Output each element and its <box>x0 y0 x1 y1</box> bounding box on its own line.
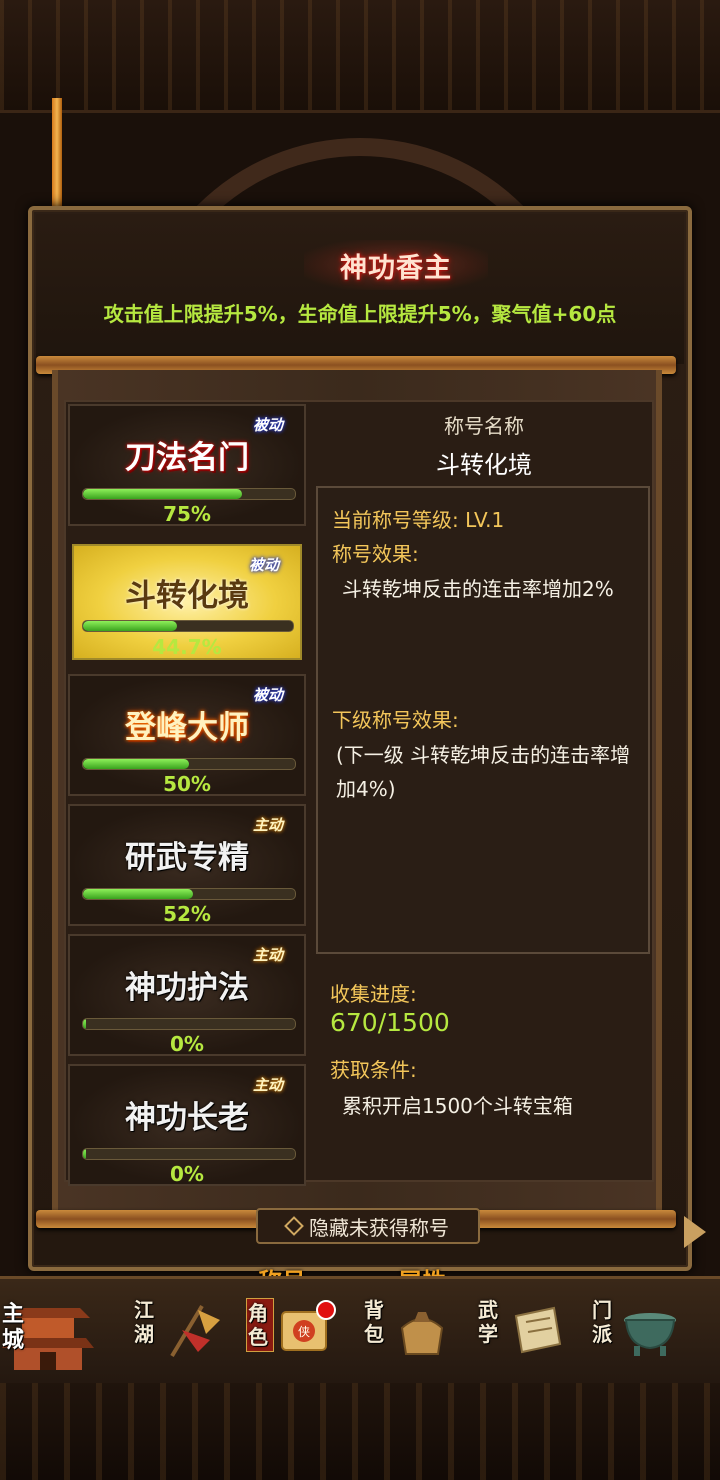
progress-fill <box>83 889 194 899</box>
lamp-pillar <box>52 98 62 208</box>
title-card[interactable]: 主动 神功护法 0% <box>68 934 306 1056</box>
top-decor-border <box>0 0 720 113</box>
nav-jianghu[interactable]: 江湖 <box>134 1292 230 1372</box>
diamond-icon <box>284 1216 304 1236</box>
title-card-selected[interactable]: 被动 斗转化境 44.7% <box>72 544 302 660</box>
progress-bar <box>82 758 296 770</box>
nav-sect[interactable]: 门派 <box>592 1292 702 1372</box>
nav-bag[interactable]: 背包 <box>364 1292 460 1372</box>
progress-percent: 75% <box>163 502 211 526</box>
nav-main-city[interactable]: 主城 <box>0 1286 96 1376</box>
progress-fill <box>83 489 242 499</box>
progress-percent: 50% <box>163 772 211 796</box>
title-card[interactable]: 被动 刀法名门 75% <box>68 404 306 526</box>
progress-bar <box>82 1148 296 1160</box>
nav-label: 江湖 <box>134 1298 154 1346</box>
title-card[interactable]: 主动 研武专精 52% <box>68 804 306 926</box>
hide-unobtained-button[interactable]: 隐藏未获得称号 <box>256 1208 480 1244</box>
title-name: 神功长老 <box>125 1100 249 1136</box>
title-name: 研武专精 <box>125 840 249 876</box>
effect-label: 称号效果: <box>332 542 419 566</box>
title-name-header: 称号名称 斗转化境 <box>316 410 652 480</box>
notification-badge <box>316 1300 336 1320</box>
progress-fill <box>83 1019 87 1029</box>
current-title-badge: 神功香主 <box>304 240 488 290</box>
nav-label: 主城 <box>2 1302 25 1353</box>
progress-percent: 0% <box>170 1032 204 1056</box>
title-bonus-text: 攻击值上限提升5%，生命值上限提升5%，聚气值+60点 <box>103 302 617 326</box>
cauldron-icon <box>624 1313 676 1356</box>
progress-bar <box>82 888 296 900</box>
nav-martial-arts[interactable]: 武学 <box>478 1292 574 1372</box>
condition-text: 累积开启1500个斗转宝箱 <box>342 1094 573 1118</box>
hide-button-label: 隐藏未获得称号 <box>309 1215 449 1240</box>
progress-bar <box>82 1018 296 1030</box>
progress-percent: 52% <box>163 902 211 926</box>
next-effect-label: 下级称号效果: <box>332 708 459 732</box>
panel-header: 神功香主 <box>36 214 684 364</box>
title-card[interactable]: 主动 神功长老 0% <box>68 1064 306 1186</box>
nav-label: 角色 <box>246 1298 274 1352</box>
nav-label: 背包 <box>364 1298 384 1346</box>
title-name: 斗转化境 <box>125 578 249 614</box>
nav-character[interactable]: 角色 侠 <box>246 1292 342 1372</box>
next-effect-text: (下一级 斗转乾坤反击的连击率增加4%) <box>336 743 631 801</box>
progress-fill <box>83 1149 87 1159</box>
progress-fill <box>83 621 177 631</box>
book-icon <box>514 1306 562 1354</box>
progress-percent: 0% <box>170 1162 204 1186</box>
bottom-decor-border <box>0 1380 720 1480</box>
effect-box: 当前称号等级: LV.1 称号效果: 斗转乾坤反击的连击率增加2% 下级称号效果… <box>316 486 650 954</box>
bag-icon <box>400 1312 444 1355</box>
arrow-right-icon[interactable] <box>684 1216 706 1248</box>
nav-label: 门派 <box>592 1298 612 1346</box>
collect-label: 收集进度: <box>330 982 417 1006</box>
title-name: 刀法名门 <box>125 440 249 476</box>
title-card[interactable]: 被动 登峰大师 50% <box>68 674 306 796</box>
level-line: 当前称号等级: LV.1 <box>332 508 505 532</box>
title-name-label: 称号名称 <box>444 414 524 438</box>
progress-percent: 44.7% <box>152 635 222 659</box>
progress-bar <box>82 488 296 500</box>
effect-text: 斗转乾坤反击的连击率增加2% <box>342 577 614 601</box>
svg-text:侠: 侠 <box>298 1325 310 1339</box>
progress-fill <box>83 759 189 769</box>
progress-bar <box>82 620 294 632</box>
collect-value: 670/1500 <box>330 1008 450 1037</box>
condition-label: 获取条件: <box>330 1058 417 1082</box>
title-name: 登峰大师 <box>125 710 249 746</box>
title-name: 神功护法 <box>125 970 249 1006</box>
flag-icon <box>170 1304 220 1358</box>
title-name-value: 斗转化境 <box>436 451 532 479</box>
nav-label: 武学 <box>478 1298 498 1346</box>
